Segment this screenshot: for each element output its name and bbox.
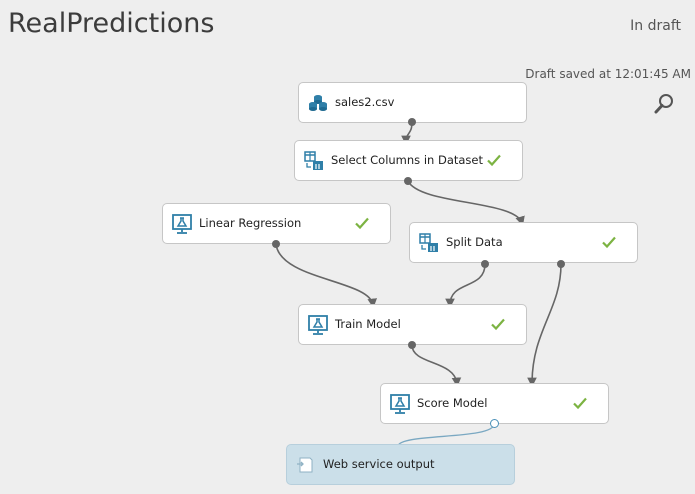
output-port[interactable] — [490, 419, 499, 428]
edge-split-to-score — [527, 263, 562, 388]
flask-screen-icon — [390, 394, 410, 414]
table-transform-icon — [419, 233, 438, 252]
flask-screen-icon — [308, 315, 328, 335]
module-train-model[interactable]: Train Model — [298, 304, 527, 345]
module-label: Train Model — [335, 317, 401, 331]
module-label: Linear Regression — [199, 216, 302, 230]
edge-train-to-score — [411, 344, 462, 388]
output-port[interactable] — [272, 240, 280, 248]
module-label: Split Data — [446, 235, 503, 249]
web-service-icon — [297, 457, 313, 473]
check-icon — [355, 217, 369, 230]
check-icon — [573, 397, 587, 410]
edge-split-to-train — [445, 263, 486, 309]
check-icon — [491, 318, 505, 331]
module-label: Select Columns in Dataset — [331, 153, 483, 167]
output-port[interactable] — [557, 260, 565, 268]
output-port[interactable] — [408, 118, 416, 126]
check-icon — [602, 236, 616, 249]
flask-screen-icon — [172, 214, 192, 234]
module-select-columns[interactable]: Select Columns in Dataset — [294, 140, 523, 181]
check-icon — [487, 154, 501, 167]
module-split-data[interactable]: Split Data — [409, 222, 638, 263]
module-label: Score Model — [417, 396, 488, 410]
module-label: sales2.csv — [335, 95, 395, 109]
module-score-model[interactable]: Score Model — [380, 383, 609, 424]
dataset-icon — [309, 95, 327, 111]
module-web-service-output[interactable]: Web service output — [286, 444, 515, 485]
output-port[interactable] — [404, 177, 412, 185]
edge-score-to-output — [397, 423, 495, 447]
module-linear-regression[interactable]: Linear Regression — [162, 203, 391, 244]
output-port[interactable] — [481, 260, 489, 268]
edge-select-to-split — [407, 180, 525, 227]
edge-regression-to-train — [275, 243, 377, 309]
module-sales2-csv[interactable]: sales2.csv — [298, 82, 527, 123]
output-port[interactable] — [408, 341, 416, 349]
table-transform-icon — [304, 151, 323, 170]
module-label: Web service output — [323, 457, 435, 471]
